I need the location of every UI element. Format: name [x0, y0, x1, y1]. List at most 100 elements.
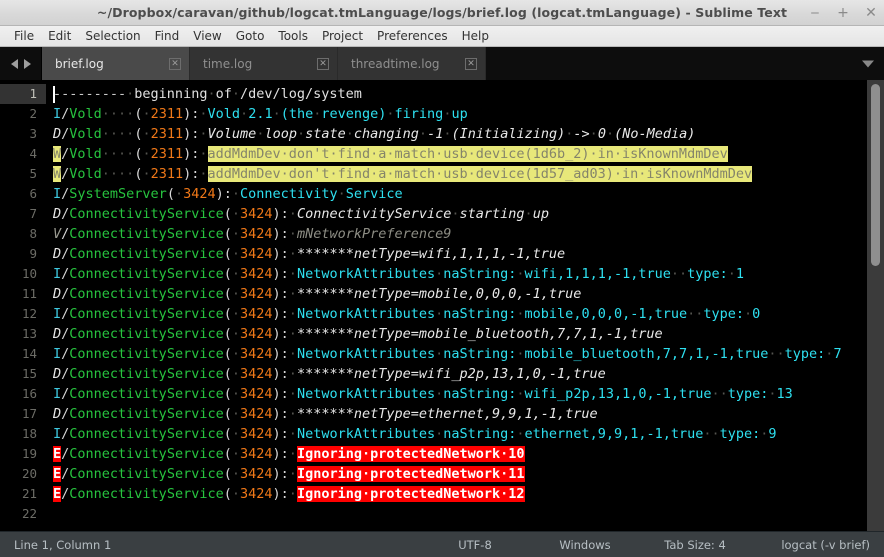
code-token: 9 [768, 426, 777, 442]
code-token: ) [272, 326, 281, 342]
code-token: · [231, 86, 240, 102]
code-line[interactable]: E/ConnectivityService(·3424):·Ignoring·p… [46, 444, 884, 464]
code-token: : [280, 266, 289, 282]
menu-item-preferences[interactable]: Preferences [370, 28, 455, 44]
tab-label: time.log [203, 56, 253, 71]
menu-item-tools[interactable]: Tools [271, 28, 315, 44]
code-line[interactable]: D/ConnectivityService(·3424):·*******net… [46, 364, 884, 384]
code-line[interactable]: D/ConnectivityService(·3424):·*******net… [46, 284, 884, 304]
code-token: beginning [134, 86, 208, 102]
code-line[interactable]: W/Vold····(·2311):·addMdmDev·don't·find·… [46, 144, 884, 164]
close-icon[interactable]: ✕ [317, 57, 329, 70]
line-number: 17 [21, 406, 37, 421]
code-line[interactable]: D/ConnectivityService(·3424):·*******net… [46, 324, 884, 344]
scrollbar-thumb[interactable] [871, 84, 880, 266]
code-line[interactable]: D/ConnectivityService(·3424):·*******net… [46, 244, 884, 264]
code-token: 2311 [150, 166, 184, 182]
code-token: ·· [768, 346, 785, 362]
menu-item-goto[interactable]: Goto [229, 28, 272, 44]
menu-item-find[interactable]: Find [148, 28, 187, 44]
code-token: -> [573, 126, 590, 142]
code-token: · [240, 106, 249, 122]
code-line[interactable] [46, 504, 884, 524]
code-token: 3424 [240, 266, 273, 282]
vertical-scrollbar[interactable] [867, 80, 884, 531]
tab-brief-log[interactable]: brief.log ✕ [42, 47, 190, 80]
code-token: 3424 [240, 426, 273, 442]
code-token: ConnectivityService [69, 266, 224, 282]
code-line[interactable]: I/ConnectivityService(·3424):·NetworkAtt… [46, 344, 884, 364]
menu-item-file[interactable]: File [7, 28, 41, 44]
code-line[interactable]: E/ConnectivityService(·3424):·Ignoring·p… [46, 484, 884, 504]
tab-size-status[interactable]: Tab Size: 4 [640, 538, 750, 552]
syntax-status[interactable]: logcat (-v brief) [750, 538, 870, 552]
code-token: 3424 [240, 406, 273, 422]
code-token: NetworkAttributes [296, 346, 436, 362]
code-line[interactable]: I/ConnectivityService(·3424):·NetworkAtt… [46, 384, 884, 404]
code-line[interactable]: I/Vold····(·2311):·Vold·2.1·(the·revenge… [46, 104, 884, 124]
code-line[interactable]: I/ConnectivityService(·3424):·NetworkAtt… [46, 304, 884, 324]
code-token: · [199, 106, 208, 122]
code-token: · [288, 486, 297, 502]
code-line[interactable]: D/ConnectivityService(·3424):·Connectivi… [46, 204, 884, 224]
menu-item-edit[interactable]: Edit [41, 28, 78, 44]
code-line[interactable]: ---------·beginning·of·/dev/log/system [46, 84, 884, 104]
code-token: ) [272, 426, 281, 442]
code-token: ( [223, 246, 232, 262]
next-tab-icon[interactable] [23, 58, 31, 69]
minimize-button[interactable]: ‒ [808, 6, 822, 20]
code-token: ·· [670, 266, 688, 282]
close-icon[interactable]: ✕ [465, 57, 477, 70]
code-line[interactable]: D/ConnectivityService(·3424):·*******net… [46, 404, 884, 424]
code-line[interactable]: D/Vold····(·2311):·Volume·loop·state·cha… [46, 124, 884, 144]
code-line[interactable]: V/ConnectivityService(·3424):·mNetworkPr… [46, 224, 884, 244]
encoding-status[interactable]: UTF-8 [420, 538, 530, 552]
line-number: 13 [21, 326, 37, 341]
code-token: ( [223, 286, 232, 302]
menu-item-help[interactable]: Help [455, 28, 496, 44]
code-token: 2311 [150, 146, 184, 162]
line-number: 11 [21, 286, 37, 301]
code-token: : [280, 366, 289, 382]
code-line[interactable]: I/SystemServer(·3424):·Connectivity·Serv… [46, 184, 884, 204]
code-token: I [53, 386, 62, 402]
code-line[interactable]: I/ConnectivityService(·3424):·NetworkAtt… [46, 264, 884, 284]
code-token: · [231, 286, 240, 302]
code-token: wifi,1,1,1,-1,true [524, 266, 671, 282]
tab-threadtime-log[interactable]: threadtime.log ✕ [338, 47, 486, 80]
code-token: E [53, 486, 62, 502]
code-token: : [280, 306, 289, 322]
code-token: ) [272, 466, 281, 482]
code-token: ( [223, 386, 232, 402]
code-token: addMdmDev·don't·find·a·match·usb·device(… [207, 146, 728, 162]
code-token: · [142, 166, 151, 182]
code-token: · [516, 306, 525, 322]
line-number: 20 [21, 466, 37, 481]
code-line[interactable]: I/ConnectivityService(·3424):·NetworkAtt… [46, 424, 884, 444]
maximize-button[interactable]: + [836, 6, 850, 20]
menu-item-project[interactable]: Project [315, 28, 370, 44]
code-token: 13 [776, 386, 793, 402]
close-icon[interactable]: ✕ [169, 57, 181, 70]
code-content[interactable]: ---------·beginning·of·/dev/log/system I/… [46, 80, 884, 531]
menu-item-selection[interactable]: Selection [78, 28, 147, 44]
close-button[interactable]: ✕ [864, 6, 878, 20]
code-line[interactable]: E/ConnectivityService(·3424):·Ignoring·p… [46, 464, 884, 484]
code-token: NetworkAttributes [296, 426, 436, 442]
code-token: up [451, 106, 468, 122]
tab-time-log[interactable]: time.log ✕ [190, 47, 338, 80]
code-token: ) [272, 206, 281, 222]
code-token: 3424 [240, 306, 273, 322]
code-token: -1 [427, 126, 444, 142]
chevron-down-icon[interactable] [862, 60, 874, 67]
previous-tab-icon[interactable] [10, 58, 18, 69]
text-caret [53, 86, 55, 103]
line-endings-status[interactable]: Windows [530, 538, 640, 552]
code-token: ( [223, 486, 232, 502]
code-token: · [231, 486, 240, 502]
window-controls: ‒ + ✕ [808, 0, 878, 26]
menu-item-view[interactable]: View [186, 28, 228, 44]
code-token: 3424 [240, 286, 273, 302]
code-line[interactable]: W/Vold····(·2311):·addMdmDev·don't·find·… [46, 164, 884, 184]
code-token: ( [223, 206, 232, 222]
